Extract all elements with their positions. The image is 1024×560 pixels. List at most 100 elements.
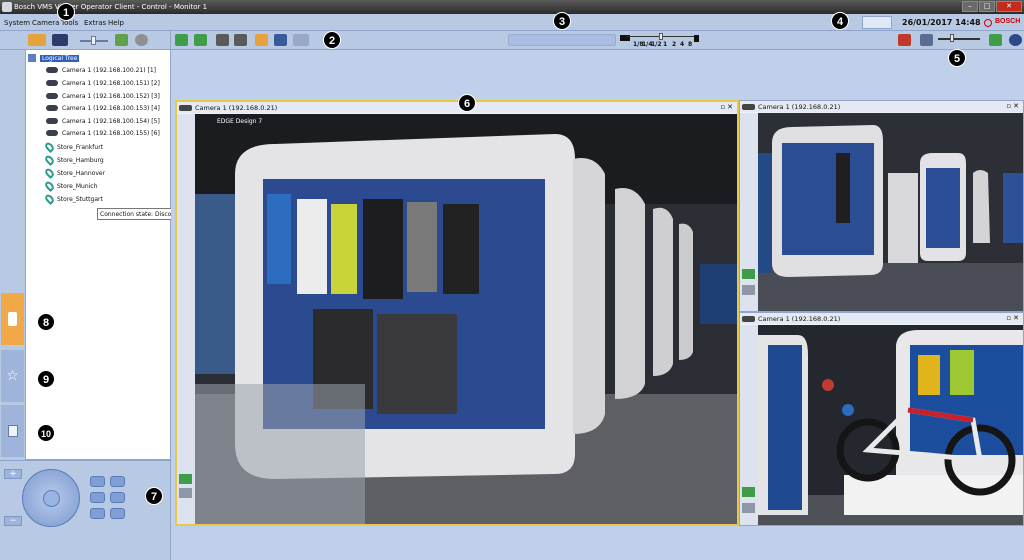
tree-site-stuttgart[interactable]: Store_Stuttgart (43, 192, 103, 206)
menu-help[interactable]: Help (108, 19, 124, 27)
site-label: Store_Hamburg (57, 156, 104, 164)
ptz-iris-open-button[interactable] (90, 492, 105, 503)
video-frame-bottom-right[interactable] (758, 325, 1023, 525)
pane-green-icon[interactable] (179, 474, 192, 484)
dome-camera-icon (46, 130, 58, 136)
zoom-in-button[interactable]: + (4, 469, 22, 479)
pane-window-controls[interactable]: ▫✕ (720, 103, 735, 111)
volume-slider-thumb[interactable] (91, 36, 96, 45)
site-label: Store_Munich (57, 182, 98, 190)
video-frame-main[interactable]: EDGE Design 7 (195, 114, 737, 524)
edit-image-icon[interactable] (194, 34, 207, 46)
site-label: Store_Frankfurt (57, 143, 104, 151)
ptz-preset-button[interactable] (90, 508, 105, 519)
pane-window-controls[interactable]: ▫✕ (1006, 102, 1021, 110)
tree-site-frankfurt[interactable]: Store_Frankfurt (43, 140, 104, 154)
map-pin-icon (43, 166, 56, 180)
dome-camera-icon (46, 105, 58, 111)
tab-bookmarks[interactable] (1, 405, 24, 457)
tree-root-icon (28, 54, 36, 62)
help-icon[interactable] (1009, 34, 1022, 46)
speaker-icon[interactable] (115, 34, 128, 46)
window-title: Bosch VMS Viewer Operator Client - Contr… (14, 3, 208, 11)
ptz-aux-button[interactable] (110, 508, 125, 519)
tree-camera-6[interactable]: Camera 1 (192.168.100.155) [6] (46, 127, 160, 139)
image-pane-top-right[interactable]: Camera 1 (192.168.0.21) ▫✕ (739, 100, 1024, 312)
gear-icon[interactable] (135, 34, 148, 46)
layout-increase-icon[interactable] (989, 34, 1002, 46)
close-button[interactable]: ✕ (996, 1, 1022, 12)
record-icon[interactable] (274, 34, 287, 46)
print-icon[interactable] (216, 34, 229, 46)
pane-green-icon[interactable] (742, 487, 755, 497)
menu-camera[interactable]: Camera (32, 19, 59, 27)
pane-gray-icon[interactable] (742, 503, 755, 513)
ptz-focus-near-button[interactable] (90, 476, 105, 487)
tree-camera-3[interactable]: Camera 1 (192.168.100.152) [3] (46, 90, 160, 102)
pane-title: Camera 1 (192.168.0.21) (758, 314, 841, 323)
camera-label: Camera 1 (192.168.100.153) [4] (62, 104, 160, 112)
image-pane-main[interactable]: Camera 1 (192.168.0.21) ▫✕ EDGE Design 7 (175, 100, 739, 526)
ptz-focus-far-button[interactable] (110, 476, 125, 487)
speed-slider-thumb[interactable] (659, 33, 663, 40)
connection-tooltip: Connection state: Disconn (97, 208, 175, 220)
tab-favorites[interactable]: ☆ (1, 350, 24, 402)
pane-count-slider[interactable] (938, 38, 980, 40)
tree-root[interactable]: Logical Tree (28, 52, 80, 64)
callout-1: 1 (57, 3, 75, 21)
star-icon: ☆ (6, 368, 19, 384)
menu-system[interactable]: System (4, 19, 30, 27)
layout-reduce-icon[interactable] (920, 34, 933, 46)
pane-gray-icon[interactable] (742, 285, 755, 295)
image-pane-bottom-right[interactable]: Camera 1 (192.168.0.21) ▫✕ (739, 312, 1024, 526)
bookmark-icon[interactable] (255, 34, 268, 46)
pane-title-bar: Camera 1 (192.168.0.21) ▫✕ (740, 101, 1023, 112)
pane-title-bar: Camera 1 (192.168.0.21) ▫✕ (740, 313, 1023, 324)
zoom-out-button[interactable]: − (4, 516, 22, 526)
maximize-button[interactable]: □ (979, 1, 995, 12)
side-tab-strip: ☆ (0, 50, 26, 460)
tree-site-munich[interactable]: Store_Munich (43, 179, 98, 193)
camera-icon (46, 67, 58, 73)
pane-side-toolbar (740, 113, 758, 311)
monitor-button[interactable] (52, 34, 68, 46)
title-bar: Bosch VMS Viewer Operator Client - Contr… (0, 0, 1024, 14)
tree-site-hannover[interactable]: Store_Hannover (43, 166, 105, 180)
camera-label: Camera 1 (192.168.100.155) [6] (62, 129, 160, 137)
speed-8: 8 (688, 41, 693, 48)
pane-window-controls[interactable]: ▫✕ (1006, 314, 1021, 322)
joystick-knob[interactable] (43, 490, 60, 507)
pane-green-icon[interactable] (742, 269, 755, 279)
pane-side-toolbar (177, 114, 195, 524)
playback-controls[interactable] (508, 34, 616, 46)
ptz-iris-close-button[interactable] (110, 492, 125, 503)
map-pin-icon (43, 192, 56, 206)
tree-site-hamburg[interactable]: Store_Hamburg (43, 153, 104, 167)
camera-label: Camera 1 (192.168.100.152) [3] (62, 92, 160, 100)
map-pin-icon (43, 179, 56, 193)
layout-button[interactable] (28, 34, 46, 46)
menu-extras[interactable]: Extras (84, 19, 106, 27)
export-image-icon[interactable] (175, 34, 188, 46)
video-overlay-text: EDGE Design 7 (217, 118, 263, 125)
store-video-image (758, 325, 1023, 525)
mic-icon[interactable] (293, 34, 309, 46)
tree-camera-4[interactable]: Camera 1 (192.168.100.153) [4] (46, 102, 160, 114)
pane-count-slider-thumb[interactable] (950, 34, 954, 42)
video-frame-top-right[interactable] (758, 113, 1023, 311)
camera-tag-icon (179, 104, 192, 111)
window-controls: – □ ✕ (962, 1, 1022, 12)
callout-3: 3 (553, 12, 571, 30)
tree-camera-2[interactable]: Camera 1 (192.168.100.151) [2] (46, 77, 160, 89)
tree-camera-5[interactable]: Camera 1 (192.168.100.154) [5] (46, 115, 160, 127)
ptz-joystick[interactable] (22, 469, 80, 527)
tab-logical-tree[interactable] (1, 293, 24, 345)
pane-gray-icon[interactable] (179, 488, 192, 498)
pane-title: Camera 1 (192.168.0.21) (195, 103, 278, 112)
snapshot-icon[interactable] (234, 34, 247, 46)
logical-tree-panel: Logical Tree Camera 1 (192.168.100.21) [… (26, 50, 171, 460)
minimize-button[interactable]: – (962, 1, 978, 12)
close-pane-icon[interactable] (898, 34, 911, 46)
tree-camera-1[interactable]: Camera 1 (192.168.100.21) [1] (46, 64, 156, 76)
rabbit-icon (694, 35, 699, 42)
